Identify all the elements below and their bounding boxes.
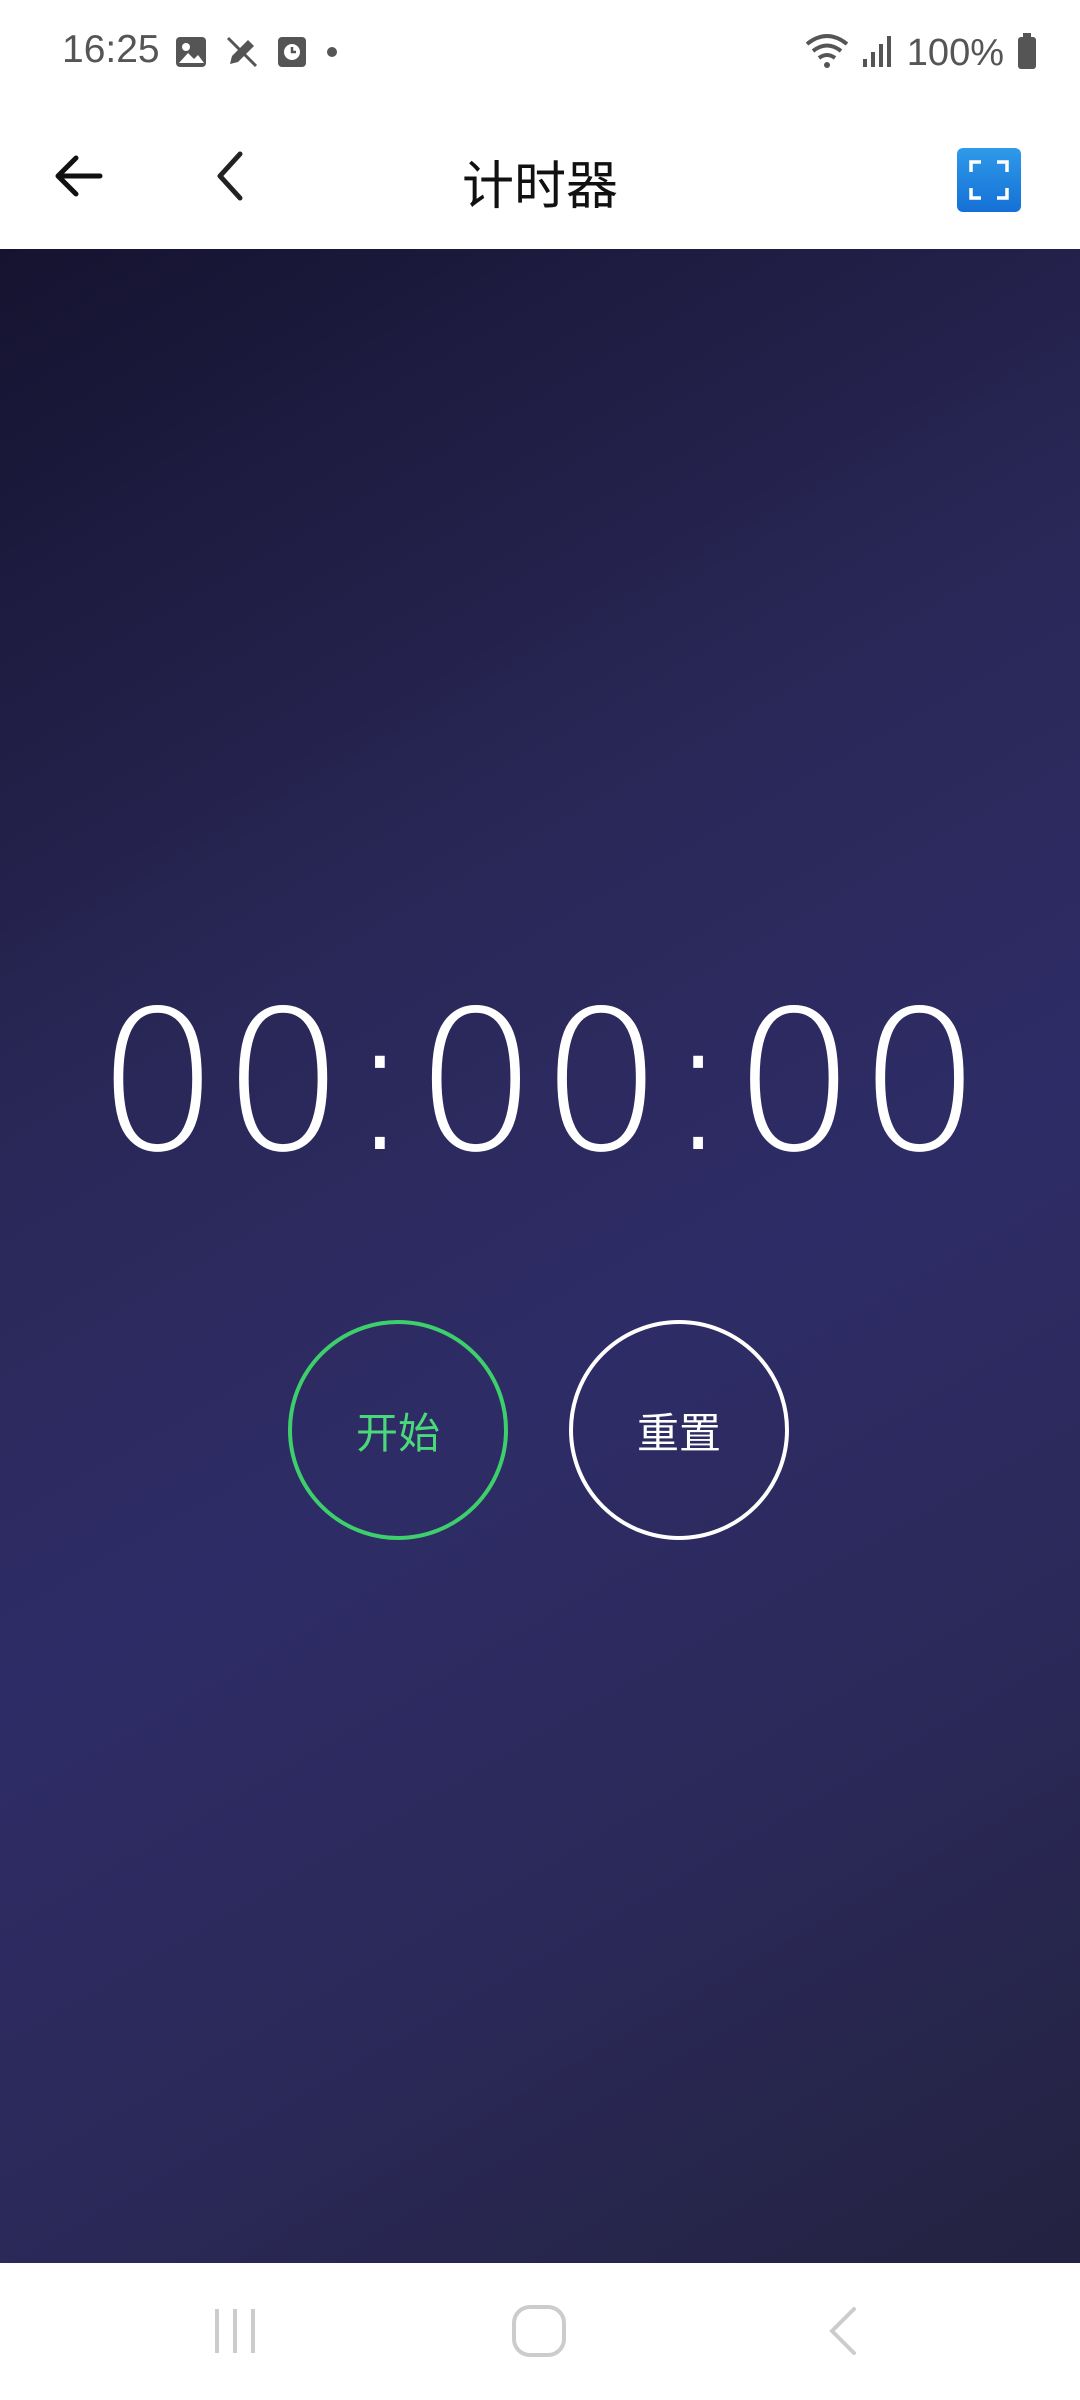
system-icons: 100% [805, 30, 1038, 76]
start-button[interactable]: 开始 [288, 1320, 508, 1540]
status-time: 16:25 [62, 28, 160, 71]
image-icon [174, 35, 208, 73]
back-icon[interactable] [816, 2303, 872, 2363]
battery-percent: 100% [906, 31, 1004, 74]
clock-app-icon [276, 35, 308, 73]
fullscreen-icon[interactable] [957, 148, 1021, 212]
battery-icon [1016, 32, 1038, 74]
reset-button[interactable]: 重置 [569, 1320, 789, 1540]
signal-icon [861, 33, 895, 73]
app-bar: 计时器 [0, 108, 1080, 249]
page-title: 计时器 [461, 157, 618, 217]
navigation-bar [0, 2263, 1080, 2400]
edit-off-icon [224, 34, 260, 74]
dot-icon [324, 44, 340, 64]
recent-apps-icon[interactable] [205, 2303, 265, 2363]
timer-display: 00:00:00 [96, 969, 984, 1195]
notification-icons [174, 34, 340, 74]
wifi-icon [805, 32, 849, 74]
timer-panel: 00:00:00 开始 重置 [0, 249, 1080, 2263]
status-bar: 16:25 100% [0, 0, 1080, 108]
home-icon[interactable] [508, 2303, 572, 2363]
